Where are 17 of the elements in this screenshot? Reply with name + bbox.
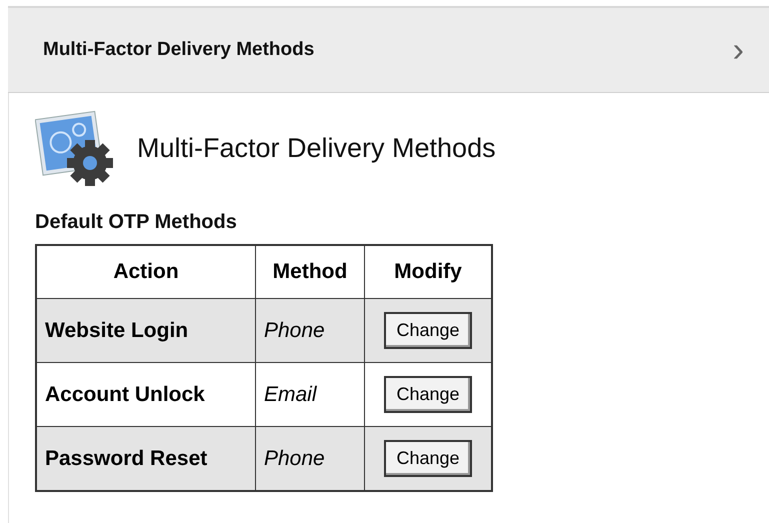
panel-header[interactable]: Multi-Factor Delivery Methods › xyxy=(8,6,769,93)
table-cell: Phone xyxy=(256,426,364,491)
column-header: Action xyxy=(36,245,256,298)
column-header: Method xyxy=(256,245,364,298)
panel-header-title: Multi-Factor Delivery Methods xyxy=(43,39,314,61)
table-cell: Website Login xyxy=(36,298,256,362)
table-cell: Email xyxy=(256,362,364,426)
page-title: Multi-Factor Delivery Methods xyxy=(137,132,496,164)
change-button[interactable]: Change xyxy=(384,312,472,349)
column-header: Modify xyxy=(364,245,492,298)
change-button[interactable]: Change xyxy=(384,376,472,413)
table-cell: Password Reset xyxy=(36,426,256,491)
table-cell: Account Unlock xyxy=(36,362,256,426)
change-button[interactable]: Change xyxy=(384,440,472,477)
section-title: Default OTP Methods xyxy=(35,211,238,234)
table-cell: Phone xyxy=(256,298,364,362)
chevron-icon: › xyxy=(732,33,744,67)
